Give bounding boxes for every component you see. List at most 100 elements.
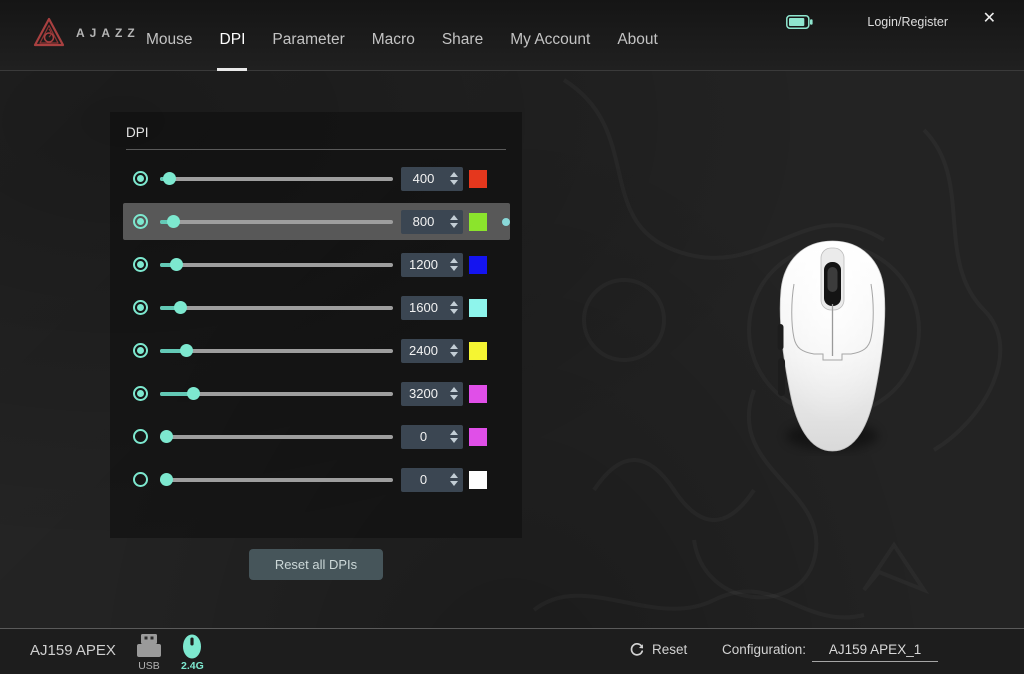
dpi-value-input[interactable] [401,214,446,229]
spinner-down-icon[interactable] [450,352,458,357]
dpi-stage-radio[interactable] [133,214,148,229]
spinner-up-icon[interactable] [450,473,458,478]
dpi-slider[interactable] [160,473,393,486]
dpi-spinner [446,258,463,271]
slider-thumb[interactable] [163,172,176,185]
spinner-down-icon[interactable] [450,180,458,185]
dpi-color-swatch[interactable] [469,256,487,274]
slider-thumb[interactable] [180,344,193,357]
dpi-stage-radio[interactable] [133,429,148,444]
spinner-down-icon[interactable] [450,223,458,228]
panel-divider [126,149,506,150]
dpi-value-input[interactable] [401,300,446,315]
dpi-slider[interactable] [160,258,393,271]
dpi-color-swatch[interactable] [469,471,487,489]
slider-thumb[interactable] [160,473,173,486]
spinner-down-icon[interactable] [450,309,458,314]
slider-thumb[interactable] [170,258,183,271]
spinner-up-icon[interactable] [450,301,458,306]
slider-track[interactable] [160,306,393,310]
dpi-value-box [401,339,463,363]
login-register-link[interactable]: Login/Register [867,15,948,29]
dpi-stage-radio[interactable] [133,257,148,272]
spinner-up-icon[interactable] [450,430,458,435]
spinner-down-icon[interactable] [450,438,458,443]
dpi-value-input[interactable] [401,386,446,401]
dpi-slider[interactable] [160,215,393,228]
spinner-down-icon[interactable] [450,395,458,400]
tab-my-account[interactable]: My Account [510,0,590,70]
spinner-up-icon[interactable] [450,172,458,177]
app-window: { "window": { "close_label": "✕" }, "hea… [0,0,1024,674]
current-dpi-dot [502,218,510,226]
slider-track[interactable] [160,435,393,439]
dpi-color-swatch[interactable] [469,299,487,317]
dpi-panel: DPI [110,112,522,538]
slider-track[interactable] [160,263,393,267]
slider-track[interactable] [160,177,393,181]
dpi-value-input[interactable] [401,343,446,358]
tab-about[interactable]: About [617,0,658,70]
slider-thumb[interactable] [167,215,180,228]
titlebar: AJAZZ Mouse DPI Parameter Macro Share My Acco… [0,0,1024,71]
connection-2-4g[interactable]: 2.4G [181,634,204,672]
tab-parameter[interactable]: Parameter [272,0,344,70]
dpi-slider[interactable] [160,387,393,400]
dpi-value-input[interactable] [401,171,446,186]
brand-name: AJAZZ [76,26,140,40]
dpi-stage-row [123,289,510,326]
dpi-value-input[interactable] [401,472,446,487]
spinner-down-icon[interactable] [450,481,458,486]
dpi-stage-radio[interactable] [133,171,148,186]
slider-track[interactable] [160,220,393,224]
spinner-down-icon[interactable] [450,266,458,271]
dpi-slider[interactable] [160,344,393,357]
spinner-up-icon[interactable] [450,344,458,349]
slider-track[interactable] [160,349,393,353]
tab-mouse[interactable]: Mouse [146,0,193,70]
mouse-product-image [774,238,891,456]
dpi-stage-radio[interactable] [133,472,148,487]
slider-track[interactable] [160,478,393,482]
dpi-stage-radio[interactable] [133,300,148,315]
reset-wrap: Reset all DPIs [110,549,522,580]
reset-all-dpis-button[interactable]: Reset all DPIs [249,549,383,580]
tab-dpi[interactable]: DPI [220,0,246,70]
spinner-up-icon[interactable] [450,387,458,392]
dpi-slider[interactable] [160,172,393,185]
tab-macro[interactable]: Macro [372,0,415,70]
dpi-value-box [401,382,463,406]
dpi-value-box [401,296,463,320]
dpi-color-swatch[interactable] [469,170,487,188]
dpi-value-input[interactable] [401,429,446,444]
dpi-slider[interactable] [160,430,393,443]
configuration-value-field[interactable]: AJ159 APEX_1 [812,642,938,662]
dpi-value-box [401,253,463,277]
dpi-stage-row [123,461,510,498]
connection-usb[interactable]: USB [136,634,162,672]
wireless-mouse-icon [182,634,202,659]
slider-thumb[interactable] [160,430,173,443]
dpi-color-swatch[interactable] [469,385,487,403]
dpi-panel-title: DPI [110,112,522,149]
spinner-up-icon[interactable] [450,215,458,220]
background-artwork [504,70,1024,674]
dpi-color-swatch[interactable] [469,213,487,231]
dpi-value-input[interactable] [401,257,446,272]
dpi-spinner [446,301,463,314]
close-icon[interactable]: ✕ [983,11,996,27]
slider-thumb[interactable] [174,301,187,314]
dpi-stage-radio[interactable] [133,386,148,401]
slider-thumb[interactable] [187,387,200,400]
dpi-color-swatch[interactable] [469,342,487,360]
wireless-label: 2.4G [181,660,204,672]
spinner-up-icon[interactable] [450,258,458,263]
dpi-stage-radio[interactable] [133,343,148,358]
dpi-color-swatch[interactable] [469,428,487,446]
brand: AJAZZ [32,16,140,50]
tab-share[interactable]: Share [442,0,483,70]
reset-config-button[interactable]: Reset [630,642,687,657]
dpi-stage-row [123,160,510,197]
device-name: AJ159 APEX [30,642,116,659]
dpi-slider[interactable] [160,301,393,314]
